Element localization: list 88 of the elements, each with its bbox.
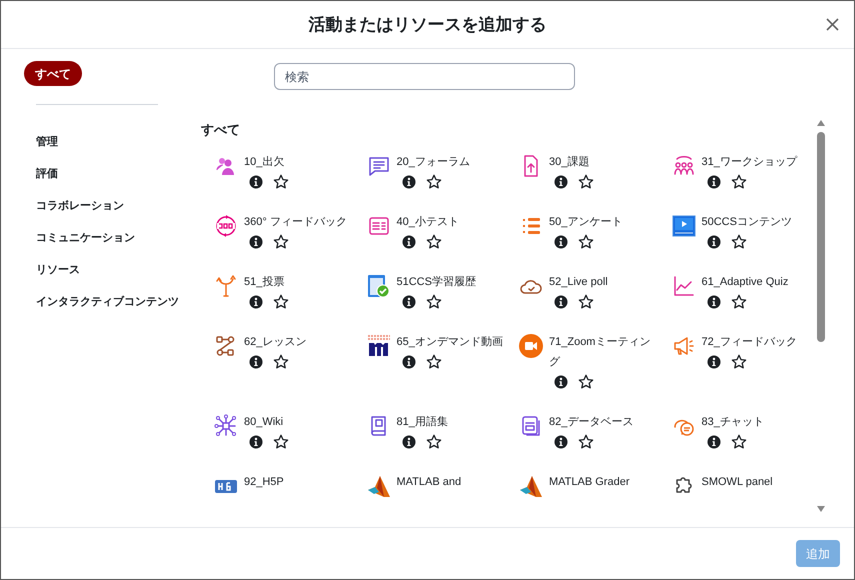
- info-button[interactable]: [249, 435, 263, 449]
- activity-link[interactable]: 51CCS学習履歴: [396, 272, 506, 292]
- star-button[interactable]: [578, 374, 594, 390]
- circular-arrows-icon: [214, 214, 238, 238]
- branch-arrows-icon: [214, 274, 238, 298]
- line-chart-icon: [672, 274, 696, 298]
- info-button[interactable]: [706, 355, 720, 369]
- star-button[interactable]: [273, 434, 289, 450]
- category-tab[interactable]: 評価: [36, 158, 58, 190]
- m-letter-logo-icon: [366, 334, 390, 358]
- category-tab[interactable]: コラボレーション: [36, 190, 124, 222]
- star-button[interactable]: [426, 234, 442, 250]
- info-button[interactable]: [554, 175, 568, 189]
- star-button[interactable]: [578, 234, 594, 250]
- star-button[interactable]: [578, 434, 594, 450]
- scroll-down-arrow-icon[interactable]: [817, 506, 825, 512]
- info-button[interactable]: [249, 295, 263, 309]
- activity-link[interactable]: 71_Zoomミーティング: [549, 332, 658, 372]
- activity-link[interactable]: MATLAB and: [396, 472, 506, 492]
- network-icon: [214, 414, 238, 438]
- info-button[interactable]: [554, 295, 568, 309]
- scroll-up-arrow-icon[interactable]: [817, 120, 825, 126]
- star-button[interactable]: [730, 174, 746, 190]
- activity-link[interactable]: 52_Live poll: [549, 272, 658, 292]
- info-button[interactable]: [402, 235, 416, 249]
- activity-link[interactable]: 50_アンケート: [549, 212, 658, 232]
- info-button[interactable]: [706, 295, 720, 309]
- star-button[interactable]: [273, 354, 289, 370]
- category-tab[interactable]: 管理: [36, 126, 58, 158]
- info-button[interactable]: [706, 235, 720, 249]
- activity-link[interactable]: MATLAB Grader: [549, 472, 658, 492]
- activity-link[interactable]: 360° フィードバック: [244, 212, 354, 232]
- checked-screen-icon: [366, 274, 390, 298]
- activity-link[interactable]: 30_課題: [549, 152, 658, 172]
- category-tab[interactable]: リソース: [36, 254, 80, 286]
- info-button[interactable]: [249, 235, 263, 249]
- activity-link[interactable]: 65_オンデマンド動画: [396, 332, 506, 352]
- info-button[interactable]: [554, 435, 568, 449]
- info-button[interactable]: [249, 355, 263, 369]
- activity-link[interactable]: 40_小テスト: [396, 212, 506, 232]
- star-button[interactable]: [730, 434, 746, 450]
- activity-link[interactable]: 81_用語集: [396, 412, 506, 432]
- info-button[interactable]: [402, 435, 416, 449]
- info-button[interactable]: [554, 235, 568, 249]
- video-player-icon: [672, 214, 696, 238]
- activity-link[interactable]: 31_ワークショップ: [702, 152, 811, 172]
- star-button[interactable]: [273, 294, 289, 310]
- scrollbar-thumb[interactable]: [817, 132, 825, 342]
- video-camera-icon: [519, 334, 543, 358]
- activity-link[interactable]: 82_データベース: [549, 412, 658, 432]
- star-button[interactable]: [578, 294, 594, 310]
- activity-link[interactable]: 10_出欠: [244, 152, 354, 172]
- search-field[interactable]: 検索: [274, 63, 575, 90]
- section-heading: すべて: [201, 121, 240, 139]
- info-button[interactable]: [706, 175, 720, 189]
- info-button[interactable]: [249, 175, 263, 189]
- info-button[interactable]: [402, 355, 416, 369]
- activity-link[interactable]: 80_Wiki: [244, 412, 354, 432]
- star-button[interactable]: [578, 174, 594, 190]
- star-button[interactable]: [426, 354, 442, 370]
- activity-link[interactable]: 51_投票: [244, 272, 354, 292]
- info-button[interactable]: [706, 435, 720, 449]
- activity-link[interactable]: 92_H5P: [244, 472, 354, 492]
- star-button[interactable]: [730, 354, 746, 370]
- category-tab[interactable]: コミュニケーション: [36, 222, 135, 254]
- close-button[interactable]: [824, 16, 840, 32]
- category-tab[interactable]: インタラクティブコンテンツ: [36, 286, 179, 318]
- activity-link[interactable]: 62_レッスン: [244, 332, 354, 352]
- activity-link[interactable]: 20_フォーラム: [396, 152, 506, 172]
- activity-link[interactable]: 83_チャット: [702, 412, 811, 432]
- peak-logo-icon: [519, 474, 543, 498]
- info-button[interactable]: [402, 175, 416, 189]
- star-button[interactable]: [730, 294, 746, 310]
- activity-link[interactable]: 61_Adaptive Quiz: [702, 272, 811, 292]
- star-button[interactable]: [426, 174, 442, 190]
- activity-link[interactable]: 72_フィードバック: [702, 332, 811, 352]
- star-button[interactable]: [426, 294, 442, 310]
- category-tab[interactable]: すべて: [24, 61, 82, 86]
- activity-link[interactable]: SMOWL panel: [702, 472, 811, 492]
- info-button[interactable]: [554, 375, 568, 389]
- info-button[interactable]: [402, 295, 416, 309]
- star-button[interactable]: [730, 234, 746, 250]
- star-button[interactable]: [273, 234, 289, 250]
- peak-logo-icon: [366, 474, 390, 498]
- dialog-title: 活動またはリソースを追加する: [308, 14, 546, 36]
- star-button[interactable]: [426, 434, 442, 450]
- star-button[interactable]: [273, 174, 289, 190]
- activity-link[interactable]: 50CCSコンテンツ: [702, 212, 811, 232]
